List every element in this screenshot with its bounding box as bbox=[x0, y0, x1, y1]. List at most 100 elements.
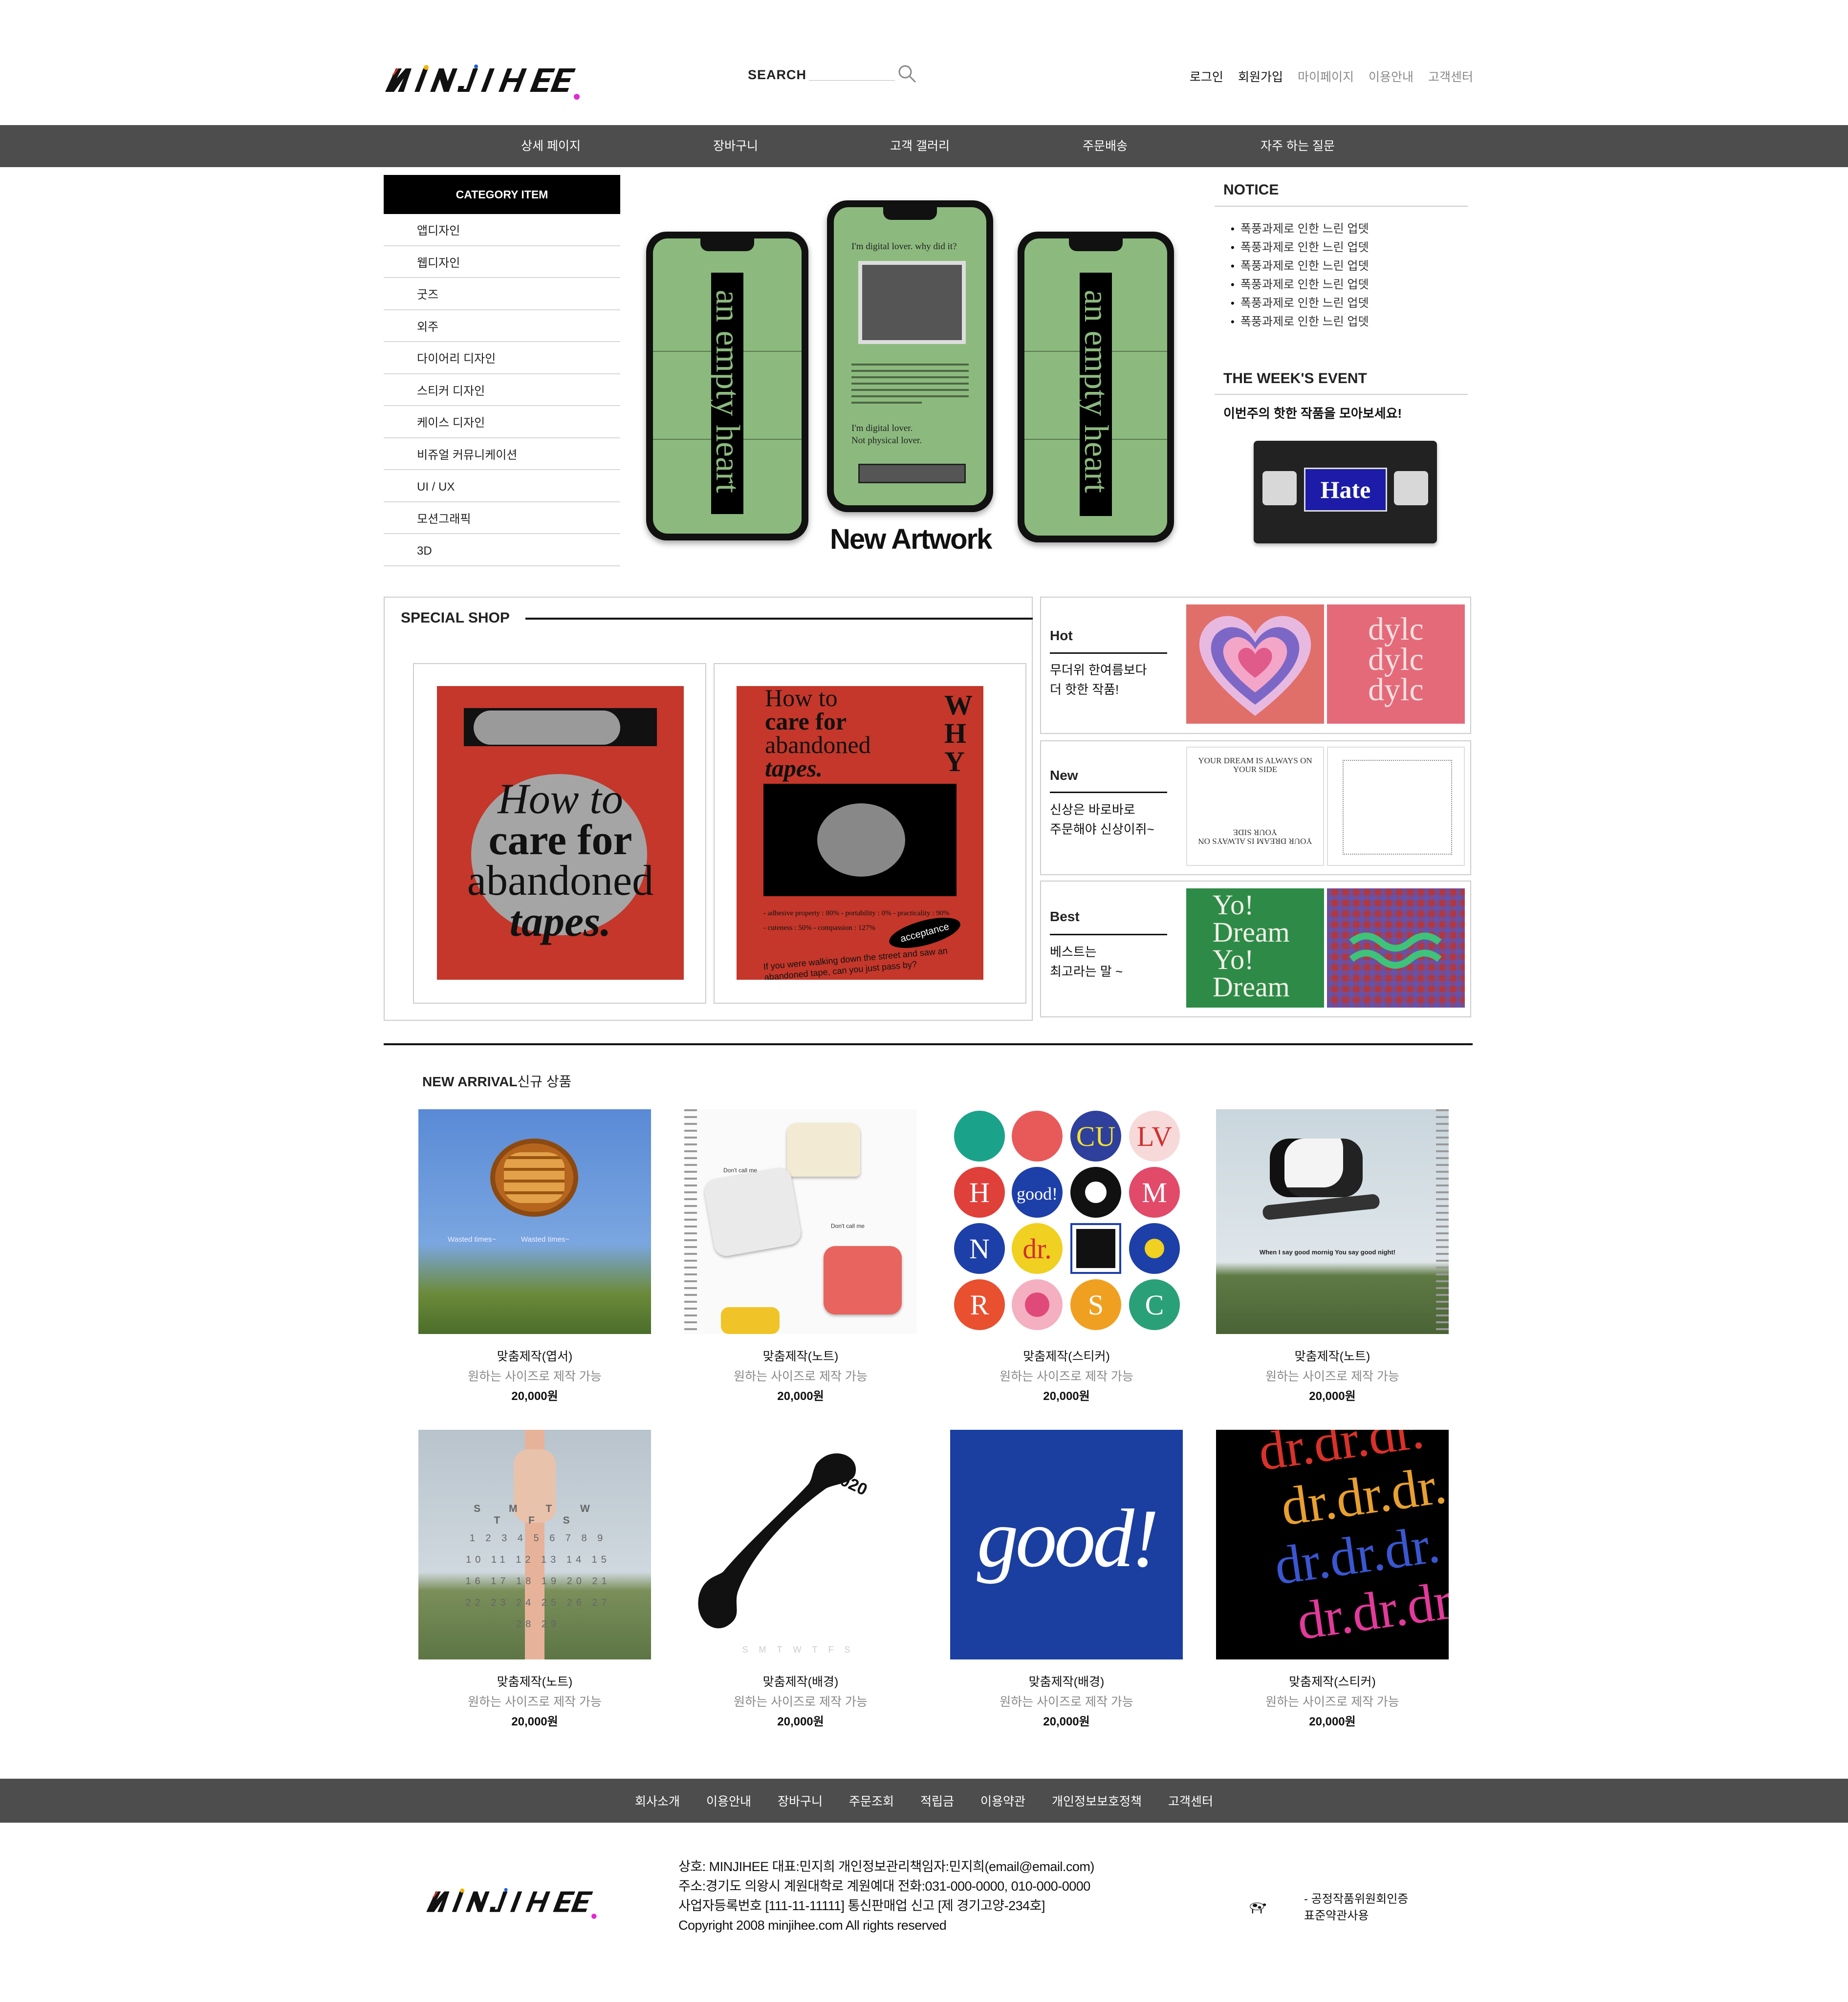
product-image[interactable]: 2020 SMTWTFS bbox=[684, 1430, 917, 1659]
product-image[interactable]: CU LV H good! M N dr. R S C bbox=[950, 1109, 1183, 1334]
category-box-title: Hot bbox=[1050, 628, 1073, 643]
hero-phone-right[interactable]: an empty heart bbox=[1018, 232, 1174, 542]
product-desc: 원하는 사이즈로 제작 가능 bbox=[468, 1695, 602, 1709]
footer-link-guide[interactable]: 이용안내 bbox=[706, 1792, 751, 1809]
nav-item-detail[interactable]: 상세 페이지 bbox=[521, 125, 581, 167]
product-image[interactable]: dr.dr.dr. dr.dr.dr. dr.dr.dr. dr.dr.dr. bbox=[1216, 1430, 1449, 1659]
category-box-rule bbox=[1050, 792, 1167, 793]
category-box-new: New 신상은 바로바로 주문해야 신상이쥐~ YOUR DREAM IS AL… bbox=[1040, 740, 1471, 875]
product-desc: 원하는 사이즈로 제작 가능 bbox=[1000, 1695, 1133, 1709]
new-thumb-frame[interactable] bbox=[1327, 747, 1465, 866]
product-desc: 원하는 사이즈로 제작 가능 bbox=[1000, 1370, 1133, 1383]
category-item[interactable]: 앱디자인 bbox=[384, 214, 620, 246]
category-item[interactable]: 케이스 디자인 bbox=[384, 406, 620, 438]
category-item[interactable]: 비쥬얼 커뮤니케이션 bbox=[384, 438, 620, 470]
product-card[interactable]: Wasted times~ Wasted times~ 맞춤제작(엽서) 원하는… bbox=[418, 1109, 651, 1405]
product-card[interactable]: dr.dr.dr. dr.dr.dr. dr.dr.dr. dr.dr.dr. … bbox=[1216, 1430, 1449, 1731]
login-link[interactable]: 로그인 bbox=[1190, 67, 1223, 85]
hot-thumb-dylc[interactable]: dylc dylc dylc bbox=[1327, 604, 1465, 724]
product-price: 20,000원 bbox=[777, 1715, 824, 1728]
product-card[interactable]: S M T W T F S 1 2 3 4 5 6 7 8 9 10 11 12… bbox=[418, 1430, 651, 1731]
special-shop-title: SPECIAL SHOP bbox=[401, 610, 510, 626]
category-item[interactable]: 스티커 디자인 bbox=[384, 374, 620, 406]
minjihee-logo[interactable] bbox=[385, 64, 590, 103]
special-footer-text: If you were walking down the street and … bbox=[762, 946, 948, 980]
product-name: 맞춤제작(엽서) bbox=[497, 1350, 573, 1363]
product-card[interactable]: good! 맞춤제작(배경) 원하는 사이즈로 제작 가능 20,000원 bbox=[950, 1430, 1183, 1731]
footer-link-cart[interactable]: 장바구니 bbox=[778, 1792, 823, 1809]
mypage-link[interactable]: 마이페이지 bbox=[1298, 67, 1354, 85]
footer-link-points[interactable]: 적립금 bbox=[920, 1792, 954, 1809]
product-card[interactable]: CU LV H good! M N dr. R S C 맞춤제작(스티커) 원하… bbox=[950, 1109, 1183, 1405]
special-item-2[interactable]: How to care for abandoned tapes. WHY - a… bbox=[714, 663, 1026, 1004]
product-desc: 원하는 사이즈로 제작 가능 bbox=[734, 1695, 868, 1709]
signup-link[interactable]: 회원가입 bbox=[1238, 67, 1283, 85]
product-card[interactable]: When I say good mornig You say good nigh… bbox=[1216, 1109, 1449, 1405]
footer-link-terms[interactable]: 이용약관 bbox=[980, 1792, 1025, 1809]
phone-vertical-text: an empty heart bbox=[1077, 290, 1115, 493]
notice-item[interactable]: 폭풍과제로 인한 느린 업뎃 bbox=[1231, 313, 1369, 331]
category-item[interactable]: 굿즈 bbox=[384, 278, 620, 310]
hero-phone-center[interactable]: I'm digital lover. why did it? I'm digit… bbox=[827, 200, 993, 512]
footer-link-company[interactable]: 회사소개 bbox=[635, 1792, 680, 1809]
notice-item[interactable]: 폭풍과제로 인한 느린 업뎃 bbox=[1231, 220, 1369, 238]
product-image[interactable]: good! bbox=[950, 1430, 1183, 1659]
product-price: 20,000원 bbox=[1309, 1715, 1356, 1728]
product-price: 20,000원 bbox=[1043, 1390, 1090, 1403]
footer-nav: 회사소개 이용안내 장바구니 주문조회 적립금 이용약관 개인정보보호정책 고객… bbox=[0, 1779, 1848, 1823]
hero-phone-left[interactable]: an empty heart bbox=[646, 232, 808, 540]
customer-center-link[interactable]: 고객센터 bbox=[1428, 67, 1473, 85]
event-title: THE WEEK'S EVENT bbox=[1223, 370, 1367, 387]
special-item-1[interactable]: How to care for abandoned tapes. bbox=[413, 663, 706, 1004]
footer-link-order[interactable]: 주문조회 bbox=[849, 1792, 894, 1809]
product-name: 맞춤제작(스티커) bbox=[1289, 1675, 1376, 1689]
notice-item[interactable]: 폭풍과제로 인한 느린 업뎃 bbox=[1231, 294, 1369, 313]
product-price: 20,000원 bbox=[1309, 1390, 1356, 1403]
category-item[interactable]: 3D bbox=[384, 534, 620, 566]
category-item[interactable]: 외주 bbox=[384, 310, 620, 342]
hot-thumb-heart[interactable] bbox=[1186, 604, 1324, 724]
vhs-label: Hate bbox=[1320, 476, 1371, 503]
product-image[interactable]: Wasted times~ Wasted times~ bbox=[418, 1109, 651, 1334]
svg-text:N: N bbox=[969, 1233, 990, 1265]
best-thumb-yo-dream[interactable]: Yo! Dream Yo! Dream bbox=[1186, 888, 1324, 1008]
new-thumb-dream[interactable]: YOUR DREAM IS ALWAYS ON YOUR SIDE YOUR D… bbox=[1186, 747, 1324, 866]
product-image[interactable]: S M T W T F S 1 2 3 4 5 6 7 8 9 10 11 12… bbox=[418, 1430, 651, 1659]
footer-company-info: 상호: MINJIHEE 대표:민지희 개인정보관리책임자:민지희(email@… bbox=[678, 1859, 1094, 1933]
product-card[interactable]: Don't call me Don't call me 맞춤제작(노트) 원하는… bbox=[684, 1109, 917, 1405]
notice-divider bbox=[1215, 206, 1468, 207]
category-box-desc: 무더위 한여름보다 더 핫한 작품! bbox=[1050, 663, 1147, 697]
category-item[interactable]: UI / UX bbox=[384, 470, 620, 502]
phone-photo bbox=[858, 261, 966, 344]
cow-icon bbox=[1250, 1902, 1266, 1914]
guide-link[interactable]: 이용안내 bbox=[1369, 67, 1413, 85]
notice-item[interactable]: 폭풍과제로 인한 느린 업뎃 bbox=[1231, 276, 1369, 294]
product-name: 맞춤제작(노트) bbox=[497, 1675, 573, 1689]
category-item[interactable]: 웹디자인 bbox=[384, 246, 620, 278]
footer-link-support[interactable]: 고객센터 bbox=[1168, 1792, 1213, 1809]
special-text-line: abandoned bbox=[765, 731, 871, 758]
special-text-line: care for bbox=[765, 708, 847, 735]
event-vhs-image[interactable]: Hate bbox=[1254, 441, 1437, 543]
product-desc: 원하는 사이즈로 제작 가능 bbox=[734, 1370, 868, 1383]
best-thumb-plaid[interactable] bbox=[1327, 888, 1465, 1008]
nav-item-gallery[interactable]: 고객 갤러리 bbox=[890, 125, 950, 167]
category-item[interactable]: 모션그래픽 bbox=[384, 502, 620, 534]
notice-item[interactable]: 폭풍과제로 인한 느린 업뎃 bbox=[1231, 238, 1369, 257]
search-icon[interactable] bbox=[897, 64, 917, 84]
nav-item-cart[interactable]: 장바구니 bbox=[713, 125, 758, 167]
notice-item[interactable]: 폭풍과제로 인한 느린 업뎃 bbox=[1231, 257, 1369, 276]
svg-text:LV: LV bbox=[1137, 1120, 1172, 1152]
footer-badge-text: - 공정작품위원회인증 표준약관사용 bbox=[1304, 1893, 1409, 1922]
product-name: 맞춤제작(노트) bbox=[762, 1350, 839, 1363]
event-divider bbox=[1215, 394, 1468, 395]
product-card[interactable]: 2020 SMTWTFS 맞춤제작(배경) 원하는 사이즈로 제작 가능 20,… bbox=[684, 1430, 917, 1731]
product-image[interactable]: When I say good mornig You say good nigh… bbox=[1216, 1109, 1449, 1334]
nav-item-order[interactable]: 주문배송 bbox=[1083, 125, 1128, 167]
product-image[interactable]: Don't call me Don't call me bbox=[684, 1109, 917, 1334]
nav-item-faq[interactable]: 자주 하는 질문 bbox=[1261, 125, 1335, 167]
product-desc: 원하는 사이즈로 제작 가능 bbox=[468, 1370, 602, 1383]
footer-link-privacy[interactable]: 개인정보보호정책 bbox=[1052, 1792, 1142, 1809]
search-input[interactable] bbox=[809, 64, 895, 81]
category-item[interactable]: 다이어리 디자인 bbox=[384, 342, 620, 374]
